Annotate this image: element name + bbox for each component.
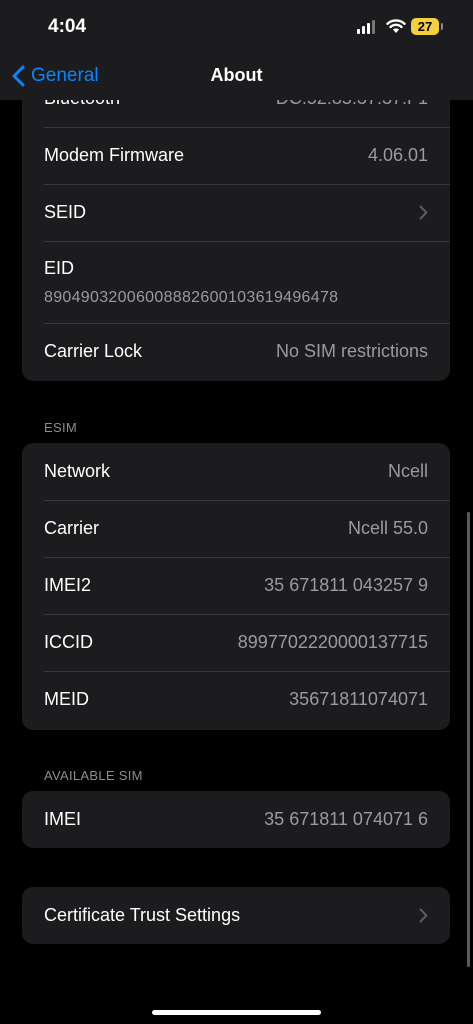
settings-list[interactable]: Bluetooth DC:52:85:37:37:F1 Modem Firmwa… xyxy=(0,100,473,1024)
home-indicator[interactable] xyxy=(152,1010,321,1015)
modem-firmware-label: Modem Firmware xyxy=(44,145,185,165)
seid-row[interactable]: SEID xyxy=(22,184,450,241)
eid-row: EID 89049032006008882600103619496478 xyxy=(22,241,450,323)
iccid-row: ICCID 8997702220000137715 xyxy=(22,614,450,671)
navigation-bar: General About xyxy=(0,52,473,100)
chevron-right-icon xyxy=(419,205,428,220)
meid-label: MEID xyxy=(44,689,89,709)
esim-group: Network Ncell Carrier Ncell 55.0 IMEI2 3… xyxy=(22,443,450,730)
network-row: Network Ncell xyxy=(22,443,450,500)
certificate-trust-settings-label: Certificate Trust Settings xyxy=(44,905,241,925)
bluetooth-value: DC:52:85:37:37:F1 xyxy=(276,100,428,109)
available-sim-section-header: AVAILABLE SIM xyxy=(44,768,143,783)
imei-row: IMEI 35 671811 074071 6 xyxy=(22,791,450,848)
chevron-right-icon xyxy=(419,908,428,923)
iccid-label: ICCID xyxy=(44,632,93,652)
network-label: Network xyxy=(44,461,111,481)
meid-row: MEID 35671811074071 xyxy=(22,671,450,728)
bluetooth-row: Bluetooth DC:52:85:37:37:F1 xyxy=(22,100,450,127)
imei2-row: IMEI2 35 671811 043257 9 xyxy=(22,557,450,614)
imei-label: IMEI xyxy=(44,809,82,829)
imei-value: 35 671811 074071 6 xyxy=(264,809,428,829)
carrier-label: Carrier xyxy=(44,518,100,538)
page-title: About xyxy=(210,65,263,85)
wifi-icon xyxy=(386,19,406,33)
status-bar: 4:04 27 xyxy=(0,0,473,52)
certificate-group: Certificate Trust Settings xyxy=(22,887,450,944)
battery-tip xyxy=(441,23,443,30)
imei2-value: 35 671811 043257 9 xyxy=(264,575,428,595)
seid-label: SEID xyxy=(44,202,87,222)
modem-firmware-value: 4.06.01 xyxy=(367,145,428,165)
battery-icon: 27 xyxy=(411,18,439,35)
eid-label: EID xyxy=(44,257,75,278)
imei2-label: IMEI2 xyxy=(44,575,92,595)
carrier-lock-row: Carrier Lock No SIM restrictions xyxy=(22,323,450,380)
scrollbar[interactable] xyxy=(467,512,470,967)
carrier-row: Carrier Ncell 55.0 xyxy=(22,500,450,557)
device-info-group: Bluetooth DC:52:85:37:37:F1 Modem Firmwa… xyxy=(22,100,450,381)
available-sim-group: IMEI 35 671811 074071 6 xyxy=(22,791,450,848)
carrier-value: Ncell 55.0 xyxy=(347,518,428,538)
bluetooth-label: Bluetooth xyxy=(44,100,120,109)
cellular-signal-icon xyxy=(357,20,377,34)
carrier-lock-value: No SIM restrictions xyxy=(275,341,428,361)
status-time: 4:04 xyxy=(48,16,87,37)
modem-firmware-row: Modem Firmware 4.06.01 xyxy=(22,127,450,184)
meid-value: 35671811074071 xyxy=(289,689,428,709)
esim-section-header: ESIM xyxy=(44,420,77,435)
eid-value: 89049032006008882600103619496478 xyxy=(44,288,339,306)
carrier-lock-label: Carrier Lock xyxy=(44,341,143,361)
network-value: Ncell xyxy=(387,461,428,481)
certificate-trust-settings-row[interactable]: Certificate Trust Settings xyxy=(22,887,450,944)
iccid-value: 8997702220000137715 xyxy=(237,632,428,652)
